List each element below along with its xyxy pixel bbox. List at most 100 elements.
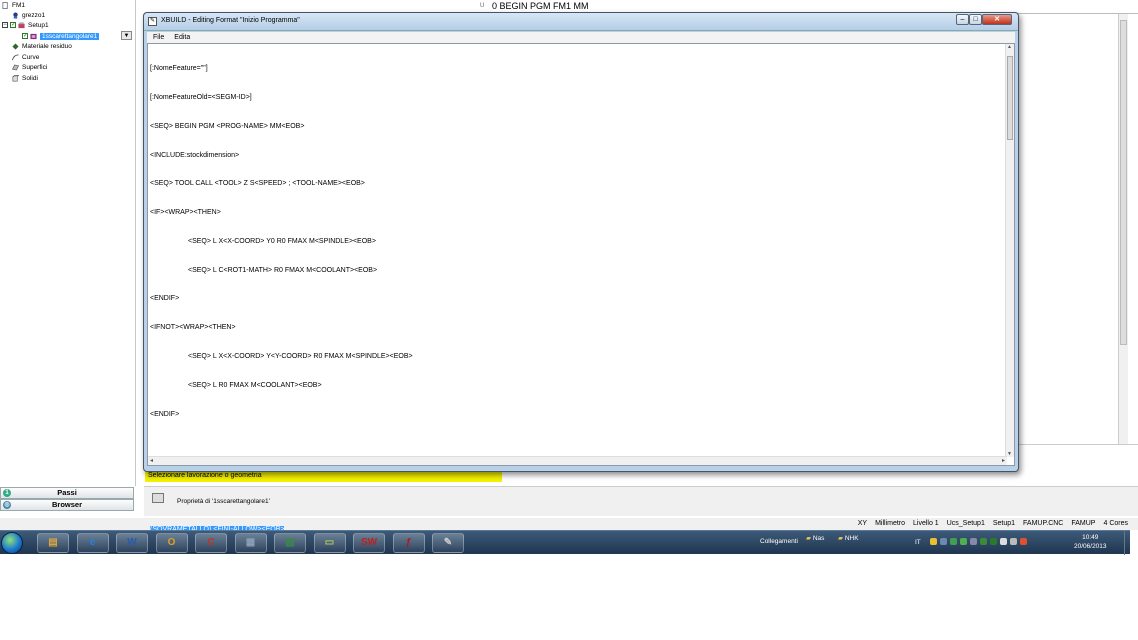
tray-app-icon[interactable] <box>940 538 947 545</box>
code-line: <IFNOT><WRAP><THEN> <box>150 324 236 332</box>
tray-app-icon[interactable] <box>950 538 957 545</box>
tab-label: Passi <box>57 488 77 497</box>
status-item: XY <box>857 520 868 527</box>
word-icon[interactable]: W <box>116 533 148 553</box>
code-line: <INCLUDE:stockdimension> <box>150 151 240 159</box>
tree-item-label: Superfici <box>22 63 48 71</box>
code-line: <IF><WRAP><THEN> <box>150 209 221 217</box>
show-desktop-button[interactable] <box>1124 531 1130 555</box>
status-item: Millimetro <box>875 520 906 527</box>
folder-icon[interactable]: ▭ <box>313 533 346 553</box>
feature-tree: FM1 grezzo1 − ✓ Setup1 ✓ 1sscarettangola… <box>0 0 136 486</box>
tray-app-icon[interactable] <box>930 538 937 545</box>
status-item: Livello 1 <box>913 520 939 527</box>
chevron-down-icon[interactable]: ▼ <box>121 31 132 40</box>
application-window: U 0 BEGIN PGM FM1 MM FM1 grezzo1 − ✓ Set… <box>0 0 1138 554</box>
tree-item-fm1[interactable]: FM1 <box>2 0 25 10</box>
explorer-icon[interactable]: ▤ <box>37 533 69 553</box>
code-editor[interactable]: [:NomeFeature=""] [:NomeFeatureOld=<SEGM… <box>147 43 1015 533</box>
browser-icon: ◎ <box>3 501 11 509</box>
code-line: <ENDIF> <box>150 295 180 303</box>
tree-item-label: Setup1 <box>28 21 49 29</box>
right-scrollbar[interactable] <box>1118 14 1128 444</box>
nas-link[interactable]: ▰ Nas <box>806 534 824 542</box>
scrollbar-thumb[interactable] <box>1120 20 1127 345</box>
tree-item-solidi[interactable]: Solidi <box>12 73 38 83</box>
tray-app-icon[interactable] <box>980 538 987 545</box>
tree-item-setup[interactable]: − ✓ Setup1 <box>2 20 49 30</box>
code-text[interactable]: [:NomeFeature=""] [:NomeFeatureOld=<SEGM… <box>150 45 413 553</box>
dialog-title: XBUILD - Editing Format "Inizio Programm… <box>161 17 300 24</box>
clock[interactable]: 10:49 20/06/2013 <box>1074 533 1107 551</box>
expand-toggle[interactable]: − <box>2 22 8 28</box>
network-icon[interactable] <box>1010 538 1017 545</box>
scroll-right-icon[interactable]: ▸ <box>1002 457 1005 464</box>
flag-icon[interactable] <box>1000 538 1007 545</box>
xbuild-icon[interactable]: ✎ <box>432 533 464 553</box>
tree-item-label: FM1 <box>12 1 25 9</box>
taskbar-glyph: ▭ <box>324 537 335 548</box>
taskbar-glyph: ƒ <box>405 537 412 548</box>
app-icon: ✎ <box>148 17 157 26</box>
tray-app-icon[interactable] <box>990 538 997 545</box>
code-line: <SEQ> BEGIN PGM <PROG-NAME> MM<EOB> <box>150 122 305 130</box>
checkbox[interactable]: ✓ <box>10 22 16 28</box>
menu-file[interactable]: File <box>153 32 164 43</box>
start-button[interactable] <box>1 532 23 554</box>
setup-icon <box>18 21 25 28</box>
taskbar-glyph: O <box>167 537 176 548</box>
tray-app-icon[interactable] <box>970 538 977 545</box>
stock-icon <box>13 11 18 19</box>
spreadsheet-icon[interactable]: ▥ <box>274 533 306 553</box>
xbuild-editor-dialog: ✎ XBUILD - Editing Format "Inizio Progra… <box>143 12 1019 533</box>
dialog-titlebar[interactable]: ✎ XBUILD - Editing Format "Inizio Progra… <box>144 13 1018 31</box>
outlook-icon[interactable]: O <box>155 533 188 553</box>
adobe-icon[interactable]: ƒ <box>392 533 425 553</box>
nhk-link[interactable]: ▰ NHK <box>838 534 859 542</box>
scroll-left-icon[interactable]: ◂ <box>150 457 153 464</box>
tree-item-curve[interactable]: Curve <box>12 52 39 62</box>
tab-browser[interactable]: ◎ Browser <box>0 499 134 511</box>
tray-app-icon[interactable] <box>960 538 967 545</box>
internet-explorer-icon[interactable]: e <box>76 533 109 553</box>
code-line: <SEQ> L C<ROT1-MATH> R0 FMAX M<COOLANT><… <box>188 266 378 274</box>
scroll-up-icon[interactable]: ▲ <box>1007 44 1012 50</box>
code-line: <SEQ> L R0 FMAX M<COOLANT><EOB> <box>188 381 322 389</box>
minimize-button[interactable]: – <box>956 14 969 25</box>
volume-icon[interactable] <box>1020 538 1027 545</box>
taskbar-glyph: ▥ <box>285 537 295 548</box>
material-icon <box>12 42 19 50</box>
tree-item-grezzo[interactable]: grezzo1 <box>12 10 45 20</box>
tree-item-label: grezzo1 <box>22 11 46 19</box>
checkbox[interactable]: ✓ <box>22 33 28 39</box>
status-item: 4 Cores <box>1103 520 1128 527</box>
clock-time: 10:49 <box>1082 534 1099 541</box>
calculator-icon[interactable]: ▦ <box>234 533 267 553</box>
scroll-down-icon[interactable]: ▼ <box>1007 451 1012 457</box>
folder-icon: ▰ <box>838 535 843 542</box>
tab-passi[interactable]: 1 Passi <box>0 487 134 499</box>
status-item: FAMUP <box>1071 520 1096 527</box>
taskbar-glyph: SW <box>360 537 378 548</box>
links-toolbar[interactable]: Collegamenti <box>760 538 798 545</box>
steps-icon: 1 <box>3 489 11 497</box>
editor-vertical-scrollbar[interactable]: ▲ ▼ <box>1005 44 1014 457</box>
taskbar-glyph: ▤ <box>48 537 58 548</box>
status-item: Setup1 <box>992 520 1016 527</box>
tree-item-materiale-residuo[interactable]: Materiale residuo <box>12 41 72 51</box>
tree-item-superfici[interactable]: Superfici <box>12 62 47 72</box>
language-indicator[interactable]: IT <box>915 539 921 546</box>
scrollbar-thumb[interactable] <box>1007 56 1013 140</box>
menu-edit[interactable]: Edita <box>174 32 190 43</box>
ccleaner-icon[interactable]: C <box>195 533 227 553</box>
folder-icon: ▰ <box>806 535 811 542</box>
close-button[interactable]: ✕ <box>982 14 1012 25</box>
feature-icon <box>30 33 37 39</box>
tree-item-label: 1sscarettangolare1 <box>40 32 100 40</box>
maximize-button[interactable]: □ <box>969 14 982 25</box>
editor-horizontal-scrollbar[interactable]: ◂ ▸ <box>148 456 1007 465</box>
tree-item-feature[interactable]: ✓ 1sscarettangolare1 <box>22 31 100 41</box>
solidworks-icon[interactable]: SW <box>353 533 385 553</box>
tree-item-label: Materiale residuo <box>22 42 72 50</box>
